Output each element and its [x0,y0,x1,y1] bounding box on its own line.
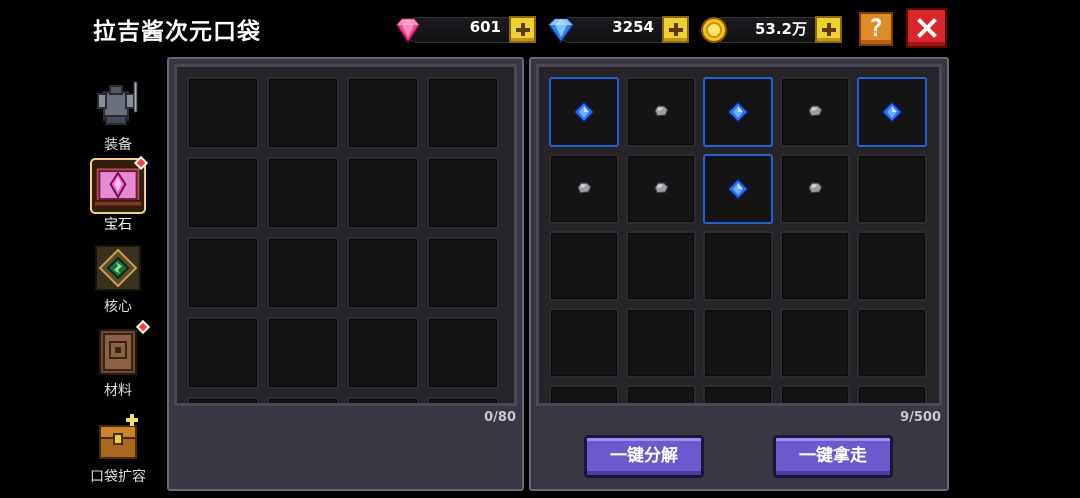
sidebar-item-materials[interactable]: 材料 [82,319,154,400]
inventory-slot[interactable] [549,154,619,224]
gold-coin-icon [701,17,727,43]
sidebar-item-label: 口袋扩容 [90,469,146,485]
inventory-slot[interactable] [780,77,850,147]
pocket-grid-container[interactable] [536,64,942,406]
sidebar-item-label: 宝石 [104,217,132,233]
inventory-slot[interactable] [703,385,773,403]
inventory-slot[interactable] [703,154,773,224]
inventory-slot[interactable] [857,385,927,403]
inventory-slot[interactable] [347,237,419,309]
inventory-slot[interactable] [427,157,499,229]
stone-icon [577,182,592,194]
page-title: 拉吉酱次元口袋 [93,19,261,45]
blue-diamond-icon [548,18,574,44]
inventory-slot[interactable] [427,237,499,309]
pocket-grid-container[interactable] [174,64,517,406]
pink-gem-icon [396,18,420,44]
add-blue-diamond-button[interactable] [662,16,689,43]
add-gold-coin-button[interactable] [815,16,842,43]
inventory-slot[interactable] [187,317,259,389]
inventory-slot[interactable] [267,237,339,309]
help-button[interactable]: ? [859,12,893,46]
inventory-slot[interactable] [703,308,773,378]
right-capacity-count: 9/500 [900,410,941,425]
blue-gem-icon [880,100,904,124]
inventory-slot[interactable] [267,157,339,229]
inventory-slot[interactable] [549,231,619,301]
treasure-chest-icon [90,410,146,466]
inventory-slot[interactable] [703,231,773,301]
sidebar-item-equipment[interactable]: 装备 [82,78,154,154]
inventory-slot[interactable] [347,157,419,229]
pocket-panel-left: 0/80 [167,57,524,491]
inventory-slot[interactable] [267,77,339,149]
stone-icon [808,182,823,194]
inventory-slot[interactable] [857,154,927,224]
blue-gem-icon [726,100,750,124]
close-button[interactable] [906,8,947,48]
inventory-slot[interactable] [626,308,696,378]
inventory-slot[interactable] [267,397,339,403]
inventory-slot[interactable] [780,154,850,224]
currency-blue-diamond: 3254 [546,15,692,45]
take-all-button[interactable]: 一键拿走 [773,435,893,478]
inventory-slot[interactable] [347,397,419,403]
sidebar-item-expand[interactable]: 口袋扩容 [82,410,154,486]
inventory-slot[interactable] [626,231,696,301]
pink-gem-value: 601 [469,18,501,36]
inventory-slot[interactable] [626,154,696,224]
inventory-slot[interactable] [427,77,499,149]
inventory-slot[interactable] [187,77,259,149]
sidebar-item-gems[interactable]: 宝石 [82,155,154,234]
inventory-slot[interactable] [549,385,619,403]
inventory-slot[interactable] [703,77,773,147]
inventory-slot[interactable] [347,77,419,149]
inventory-slot[interactable] [780,308,850,378]
currency-gold-coin: 53.2万 [699,15,845,45]
inventory-slot[interactable] [857,231,927,301]
inventory-slot[interactable] [549,308,619,378]
blue-gem-icon [726,177,750,201]
inventory-slot[interactable] [347,317,419,389]
sidebar-item-label: 装备 [104,137,132,153]
inventory-slot[interactable] [780,385,850,403]
stone-icon [654,182,669,194]
inventory-slot[interactable] [857,308,927,378]
inventory-slot[interactable] [267,317,339,389]
stone-icon [654,105,669,117]
blue-gem-icon [572,100,596,124]
inventory-slot[interactable] [427,317,499,389]
add-pink-gem-button[interactable] [509,16,536,43]
inventory-slot[interactable] [427,397,499,403]
inventory-slot[interactable] [626,77,696,147]
decompose-all-button[interactable]: 一键分解 [584,435,704,478]
currency-pink-gem: 601 [393,15,539,45]
core-icon [90,240,146,296]
inventory-slot[interactable] [187,237,259,309]
pocket-panel-right: 9/500 [529,57,949,491]
left-capacity-count: 0/80 [484,410,516,425]
inventory-slot[interactable] [857,77,927,147]
sidebar-item-label: 核心 [104,299,132,315]
inventory-slot[interactable] [549,77,619,147]
sidebar-item-label: 材料 [104,383,132,399]
material-book-icon [90,319,151,380]
inventory-slot[interactable] [187,157,259,229]
gold-coin-value: 53.2万 [754,20,807,38]
sidebar-item-core[interactable]: 核心 [82,240,154,316]
blue-diamond-value: 3254 [612,18,654,36]
inventory-slot[interactable] [187,397,259,403]
inventory-slot[interactable] [626,385,696,403]
equipment-icon [90,78,146,134]
gem-chest-icon [90,155,149,214]
stone-icon [808,105,823,117]
inventory-slot[interactable] [780,231,850,301]
